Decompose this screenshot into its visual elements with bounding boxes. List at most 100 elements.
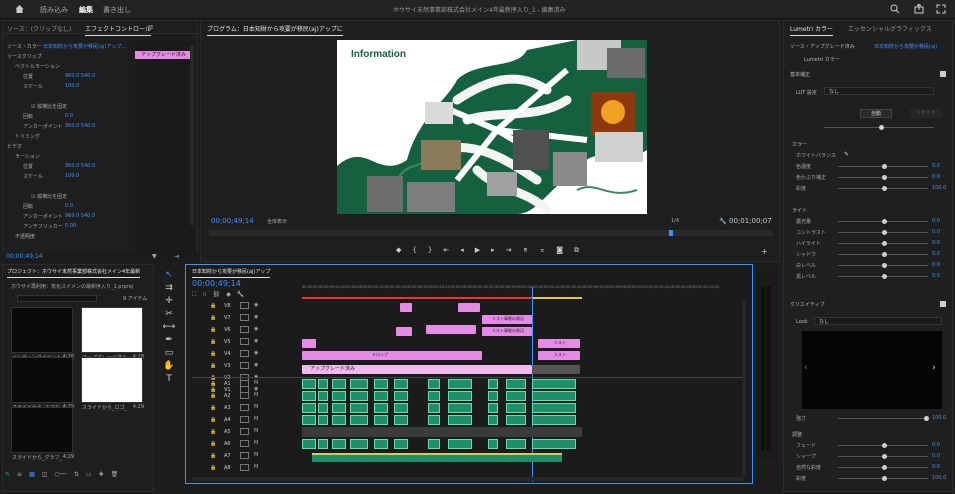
- effect-row-value[interactable]: 0.0: [65, 203, 73, 209]
- audio-clip[interactable]: [488, 415, 498, 425]
- audio-clip[interactable]: [394, 391, 408, 401]
- play-icon[interactable]: ▶: [475, 246, 480, 256]
- audio-clip[interactable]: [506, 391, 526, 401]
- linked-selection-icon[interactable]: ⛓: [213, 291, 221, 299]
- track-header[interactable]: 🔒 V7 ◉: [192, 313, 302, 324]
- timeline-scrollbar-vertical[interactable]: [742, 301, 746, 477]
- export-icon[interactable]: ⇥: [174, 253, 179, 260]
- audio-clip[interactable]: [428, 391, 440, 401]
- audio-clip[interactable]: [374, 379, 388, 389]
- lock-icon[interactable]: 🔒: [210, 393, 216, 399]
- add-marker-icon[interactable]: ◆: [396, 246, 401, 256]
- lumetri-slider[interactable]: [838, 164, 928, 169]
- snap-icon[interactable]: ∩: [202, 291, 206, 299]
- audio-clip[interactable]: [506, 415, 526, 425]
- section-light[interactable]: ライト: [792, 207, 807, 214]
- clip[interactable]: ミスト事態の周辺: [482, 327, 532, 336]
- text-tool-icon[interactable]: T: [166, 374, 172, 384]
- scrollbar[interactable]: [190, 45, 194, 225]
- tab-source[interactable]: ソース：(クリップなし): [7, 24, 71, 33]
- audio-clip[interactable]: [332, 379, 346, 389]
- step-back-icon[interactable]: ◂: [460, 246, 464, 256]
- effect-row[interactable]: ☑ 縦横比を固定: [3, 193, 135, 201]
- clip[interactable]: ミスト事態の周辺: [482, 315, 532, 324]
- lumetri-slider[interactable]: [838, 476, 928, 481]
- lock-icon[interactable]: 🔒: [210, 465, 216, 471]
- step-forward-icon[interactable]: ▸: [491, 246, 495, 256]
- lumetri-row-value[interactable]: 0.0: [932, 163, 940, 169]
- slider-knob[interactable]: [882, 164, 887, 169]
- lumetri-slider[interactable]: [838, 230, 928, 235]
- lock-icon[interactable]: 🔒: [210, 363, 216, 369]
- freeform-view-icon[interactable]: ◫: [42, 471, 48, 481]
- effect-row[interactable]: 回転 0.0: [3, 113, 135, 121]
- slider-knob[interactable]: [882, 443, 887, 448]
- sync-lock-icon[interactable]: [240, 314, 249, 321]
- extract-icon[interactable]: ⌅: [539, 246, 545, 256]
- lumetri-slider[interactable]: [838, 263, 928, 268]
- selection-tool-icon[interactable]: ↖: [165, 270, 173, 280]
- camera-icon[interactable]: ◙: [556, 246, 563, 256]
- eye-icon[interactable]: ◉: [254, 314, 258, 320]
- effect-row[interactable]: トリミング: [3, 133, 135, 141]
- mute-icon[interactable]: M: [254, 404, 258, 410]
- slider-knob[interactable]: [882, 274, 887, 279]
- lumetri-slider[interactable]: [838, 241, 928, 246]
- audio-clip[interactable]: [312, 453, 562, 462]
- nest-icon[interactable]: ⛶: [192, 291, 196, 299]
- eye-icon[interactable]: ◉: [254, 350, 258, 356]
- lumetri-row-value[interactable]: 0.0: [932, 174, 940, 180]
- v1-clip[interactable]: アップグレード済み: [302, 365, 532, 374]
- sync-lock-icon[interactable]: [240, 338, 249, 345]
- tab-project[interactable]: プロジェクト：ホウサイ未然事業部株式会社メイン4年最新: [7, 268, 141, 278]
- tab-timeline[interactable]: 日本知財から攻要が移民(aj)アップ: [192, 268, 271, 278]
- lock-icon[interactable]: 🔒: [210, 303, 216, 309]
- icon-view-icon[interactable]: ▦: [29, 471, 35, 481]
- sync-lock-icon[interactable]: [240, 416, 249, 423]
- track-select-tool-icon[interactable]: ⇉: [165, 283, 173, 293]
- effect-row-value[interactable]: 100.0: [65, 173, 79, 179]
- effect-row[interactable]: 位置 960.0 540.0: [3, 73, 135, 81]
- audio-clip[interactable]: [374, 415, 388, 425]
- effect-row[interactable]: ビデオ: [3, 143, 135, 151]
- program-video-frame[interactable]: Information: [337, 40, 647, 214]
- track-header[interactable]: 🔒 A7 M: [192, 451, 302, 462]
- effect-row[interactable]: [3, 93, 135, 101]
- track-header[interactable]: 🔒 A6 M: [192, 439, 302, 450]
- track-header[interactable]: 🔒 V4 ◉: [192, 349, 302, 360]
- effect-row-value[interactable]: 960.0 540.0: [65, 73, 95, 79]
- project-item-thumbnail[interactable]: アップグレード済み4;28: [81, 307, 144, 361]
- audio-clip[interactable]: [350, 391, 368, 401]
- audio-clip[interactable]: [506, 379, 526, 389]
- workspace-tab-import[interactable]: 読み込み: [40, 5, 68, 15]
- add-button-icon[interactable]: +: [761, 247, 768, 256]
- workspace-tab-export[interactable]: 書き出し: [103, 5, 131, 15]
- audio-clip[interactable]: [488, 379, 498, 389]
- track-header[interactable]: 🔒 A1 M: [192, 379, 302, 390]
- effect-row-value[interactable]: 100.0: [65, 83, 79, 89]
- mute-icon[interactable]: M: [254, 440, 258, 446]
- track-header[interactable]: 🔒 A3 M: [192, 403, 302, 414]
- look-next-icon[interactable]: ›: [932, 363, 936, 373]
- mute-icon[interactable]: M: [254, 392, 258, 398]
- creative-checkbox[interactable]: [940, 301, 946, 307]
- audio-clip[interactable]: [448, 403, 472, 413]
- sync-lock-icon[interactable]: [240, 392, 249, 399]
- lock-icon[interactable]: 🔒: [210, 381, 216, 387]
- lock-icon[interactable]: 🔒: [210, 453, 216, 459]
- lumetri-row-value[interactable]: 0.0: [932, 218, 940, 224]
- pencil-icon[interactable]: ✎: [5, 471, 10, 481]
- sort-icon[interactable]: ⇅: [74, 471, 79, 481]
- audio-clip[interactable]: [302, 391, 316, 401]
- lumetri-row-value[interactable]: 100.0: [932, 185, 946, 191]
- effect-row-value[interactable]: 0.0: [65, 113, 73, 119]
- audio-clip[interactable]: [350, 415, 368, 425]
- clip[interactable]: [458, 303, 480, 312]
- audio-clip[interactable]: [332, 403, 346, 413]
- clip[interactable]: ミスト: [538, 351, 580, 360]
- lock-icon[interactable]: 🔒: [210, 429, 216, 435]
- lock-icon[interactable]: 🔒: [210, 441, 216, 447]
- lock-icon[interactable]: 🔒: [210, 351, 216, 357]
- intensity-value[interactable]: 100.0: [932, 415, 946, 421]
- rectangle-tool-icon[interactable]: ▭: [165, 348, 174, 358]
